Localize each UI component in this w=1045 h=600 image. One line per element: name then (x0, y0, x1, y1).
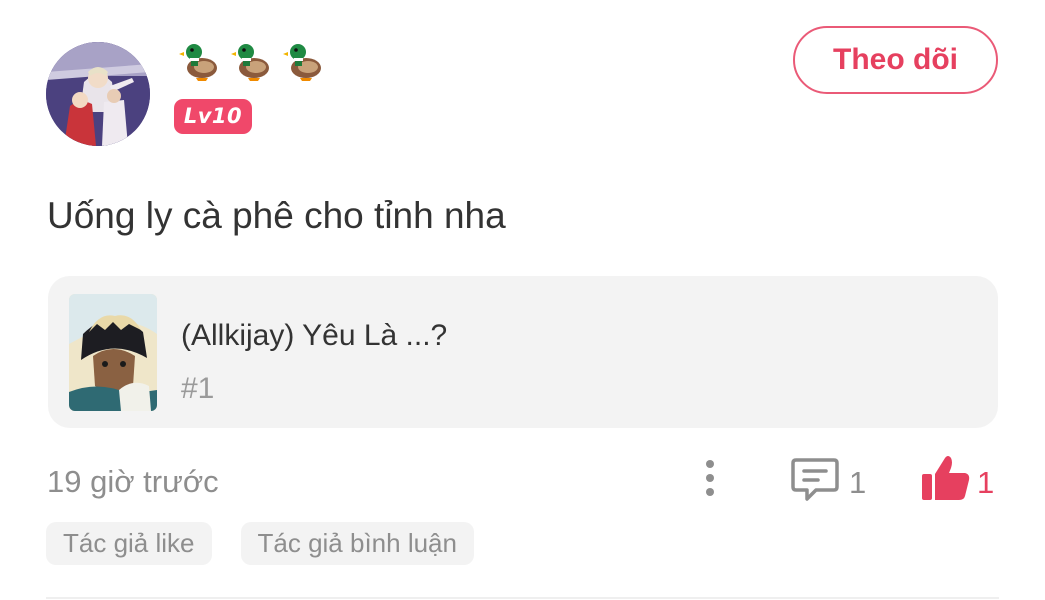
story-chapter: #1 (181, 372, 215, 405)
story-card[interactable]: (Allkijay) Yêu Là ...? #1 (48, 276, 998, 428)
story-cover-image (69, 294, 157, 411)
like-count: 1 (977, 465, 995, 500)
user-avatar[interactable] (46, 42, 150, 146)
tag-list: Tác giả like Tác giả bình luận (46, 522, 474, 565)
tag-author-comment: Tác giả bình luận (240, 522, 474, 565)
duck-icon (179, 44, 217, 81)
duck-icon (231, 44, 269, 81)
divider (46, 597, 999, 599)
duck-icon (283, 44, 321, 81)
tag-author-like: Tác giả like (46, 522, 212, 565)
user-badges (178, 38, 328, 84)
avatar-image (46, 42, 150, 146)
level-badge: Lv10 (174, 99, 252, 134)
story-title: (Allkijay) Yêu Là ...? (181, 319, 448, 352)
post-timestamp: 19 giờ trước (47, 464, 219, 499)
more-options-icon[interactable] (696, 456, 724, 500)
thumbs-up-icon[interactable] (920, 452, 972, 504)
comment-icon[interactable] (790, 454, 840, 504)
post-text: Uống ly cà phê cho tỉnh nha (47, 195, 506, 236)
follow-button[interactable]: Theo dõi (793, 26, 998, 94)
comment-count: 1 (849, 465, 867, 500)
